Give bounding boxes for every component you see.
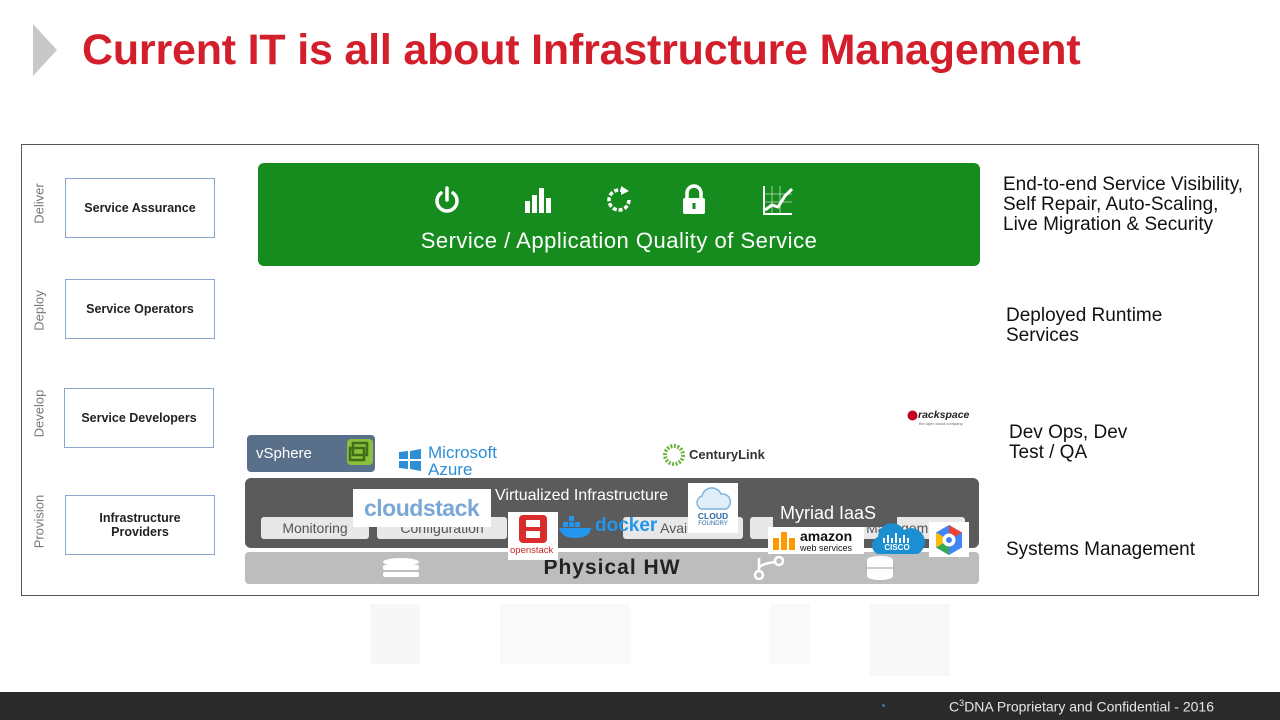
cloud-icon [696,487,732,510]
amazon-label: amazon [800,528,853,544]
title-chevron-icon [33,24,57,76]
rackspace-tagline: the open cloud company [919,421,963,426]
cloudstack-label: cloudstack [364,495,480,521]
openstack-logo: openstack [508,512,558,560]
rackspace-logo: rackspace the open cloud company [907,409,969,431]
vsphere-icon [347,439,373,465]
footer-bullet [882,704,885,707]
slide-title: Current IT is all about Infrastructure M… [82,26,1081,74]
description-deliver: End-to-end Service Visibility, Self Repa… [1003,174,1244,235]
vsphere-label: vSphere [256,445,312,462]
myriad-iaas-label: Myriad IaaS [780,503,877,523]
reflection-shape [500,604,630,664]
bar-chart-icon [525,188,551,213]
microsoft-azure-logo: Microsoft Azure [398,442,508,479]
openstack-label: openstack [510,545,554,556]
description-provision: Systems Management [1006,539,1196,560]
openstack-icon [519,515,547,543]
reflection-shape [370,604,420,664]
aws-boxes-icon [773,532,795,550]
google-cloud-hexagon-icon [936,525,962,555]
windows-icon [399,449,421,471]
service-quality-label: Service / Application Quality of Service [420,228,818,253]
aws-logo: amazon web services [768,527,864,554]
aws-sub-label: web services [800,543,853,553]
reflection-shape [770,604,810,664]
role-service-assurance: Service Assurance [65,178,215,238]
cloud-foundry-line2: FOUNDRY [698,521,728,527]
role-infrastructure-providers: Infrastructure Providers [65,495,215,555]
lane-label-deploy: Deploy [31,290,47,331]
centurylink-icon [663,444,685,466]
reflection-shape [870,604,950,676]
vsphere-logo: vSphere [247,435,375,472]
rackspace-label: rackspace [918,409,970,421]
role-service-developers: Service Developers [64,388,214,448]
role-service-operators: Service Operators [65,279,215,339]
azure-line2: Azure [428,460,473,479]
cisco-logo: CISCO [868,518,926,556]
refresh-icon [607,186,631,212]
power-icon [435,186,459,213]
docker-whale-icon [559,516,591,538]
network-branch-icon [753,556,785,580]
description-develop: Dev Ops, Dev Test / QA [1009,422,1128,463]
physical-hw-bar: Physical HW [245,552,979,584]
line-chart-icon [763,186,794,215]
cisco-label: CISCO [884,543,910,552]
cloud-foundry-line1: CLOUD [697,511,729,521]
footer-copyright: C3DNA Proprietary and Confidential - 201… [949,698,1214,715]
docker-label: docker [595,515,658,536]
service-quality-box: Service / Application Quality of Service [258,163,980,266]
footer-bar: C3DNA Proprietary and Confidential - 201… [0,692,1280,720]
rackspace-icon [907,410,918,421]
lane-label-provision: Provision [31,494,47,549]
docker-logo: docker [557,512,657,542]
lane-label-deliver: Deliver [31,183,47,224]
centurylink-label: CenturyLink [689,447,765,462]
database-icon [867,556,893,580]
cloudstack-logo: cloudstack [353,489,491,527]
centurylink-logo: CenturyLink [662,442,772,468]
cloud-foundry-logo: CLOUD FOUNDRY [688,483,738,533]
lane-label-develop: Develop [31,389,47,438]
virtualized-infrastructure-title: Virtualized Infrastructure [495,487,669,504]
lock-icon [683,184,705,214]
google-cloud-logo [929,522,969,557]
description-deploy: Deployed Runtime Services [1006,305,1163,346]
